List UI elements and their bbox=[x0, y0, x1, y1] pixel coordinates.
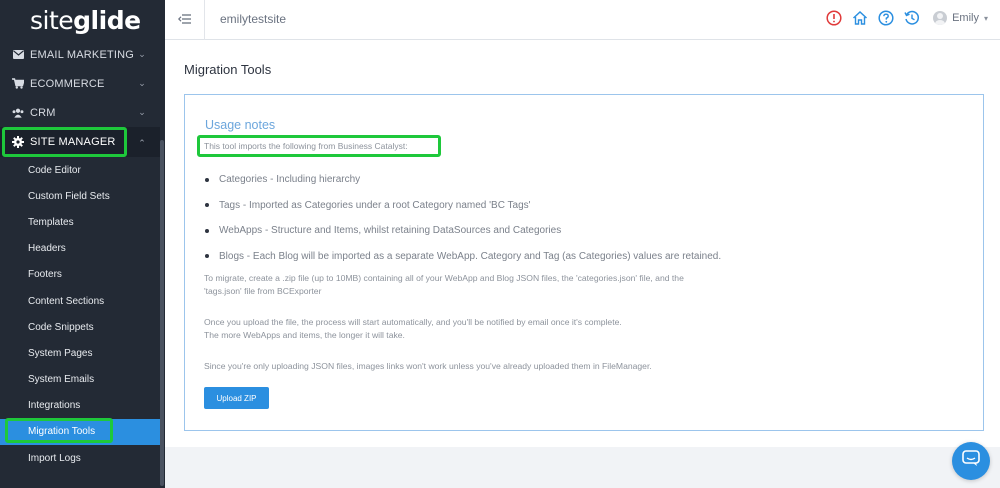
main-content: Migration Tools Usage notes This tool im… bbox=[165, 40, 1000, 488]
sidebar-item-label: EMAIL MARKETING bbox=[30, 48, 135, 61]
sidebar-item-footers[interactable]: Footers bbox=[0, 262, 160, 288]
chat-launcher-button[interactable] bbox=[952, 442, 990, 480]
history-icon[interactable] bbox=[903, 9, 921, 27]
page-title: Migration Tools bbox=[184, 62, 272, 77]
sidebar-item-crm[interactable]: CRM ⌄ bbox=[0, 98, 160, 127]
sidebar-item-code-editor[interactable]: Code Editor bbox=[0, 157, 160, 183]
process-line-1: Once you upload the file, the process wi… bbox=[204, 317, 622, 327]
sidebar-item-ecommerce[interactable]: ECOMMERCE ⌄ bbox=[0, 69, 160, 98]
list-item: WebApps - Structure and Items, whilst re… bbox=[205, 218, 721, 244]
envelope-icon bbox=[12, 49, 24, 61]
top-icons: Emily ▾ bbox=[825, 9, 988, 27]
logo-light: site bbox=[30, 5, 74, 35]
chat-icon bbox=[962, 450, 980, 472]
sidebar-item-email-marketing[interactable]: EMAIL MARKETING ⌄ bbox=[0, 40, 160, 69]
top-bar: emilytestsite Emily ▾ bbox=[165, 0, 1000, 40]
upload-zip-button[interactable]: Upload ZIP bbox=[204, 387, 269, 409]
sidebar-item-label: CRM bbox=[30, 106, 56, 119]
bullet-icon bbox=[205, 203, 209, 208]
chevron-down-icon: ▾ bbox=[983, 13, 988, 23]
chevron-down-icon: ⌄ bbox=[138, 78, 146, 88]
sidebar-item-templates[interactable]: Templates bbox=[0, 209, 160, 235]
menu-collapse-icon bbox=[177, 11, 191, 29]
sidebar: siteglide EMAIL MARKETING ⌄ ECOMMERCE ⌄ … bbox=[0, 0, 165, 488]
alert-icon[interactable] bbox=[825, 9, 843, 27]
usage-card: Usage notes This tool imports the follow… bbox=[184, 94, 984, 431]
content-panel: Migration Tools Usage notes This tool im… bbox=[165, 40, 1000, 447]
avatar bbox=[933, 11, 948, 25]
users-icon bbox=[12, 107, 24, 119]
logo[interactable]: siteglide bbox=[0, 0, 165, 40]
help-icon[interactable] bbox=[877, 9, 895, 27]
sidebar-item-integrations[interactable]: Integrations bbox=[0, 393, 160, 419]
sidebar-item-system-pages[interactable]: System Pages bbox=[0, 340, 160, 366]
migration-tools-highlight bbox=[5, 418, 113, 443]
chevron-down-icon: ⌄ bbox=[138, 49, 146, 59]
bullet-icon bbox=[205, 228, 209, 233]
list-item: Blogs - Each Blog will be imported as a … bbox=[205, 244, 721, 270]
process-paragraph: Once you upload the file, the process wi… bbox=[204, 316, 622, 342]
bullet-icon bbox=[205, 254, 209, 259]
sidebar-item-custom-field-sets[interactable]: Custom Field Sets bbox=[0, 183, 160, 209]
sidebar-item-headers[interactable]: Headers bbox=[0, 236, 160, 262]
cart-icon bbox=[12, 78, 24, 90]
site-manager-highlight bbox=[2, 127, 127, 157]
list-item-text: Blogs - Each Blog will be imported as a … bbox=[219, 250, 722, 262]
list-item-text: WebApps - Structure and Items, whilst re… bbox=[219, 225, 562, 237]
sidebar-item-label: ECOMMERCE bbox=[30, 77, 105, 90]
chevron-down-icon: ⌄ bbox=[138, 107, 146, 117]
logo-bold: glide bbox=[73, 5, 141, 35]
menu-toggle-button[interactable] bbox=[165, 0, 205, 40]
instructions-line-1: To migrate, create a .zip file (up to 10… bbox=[204, 273, 684, 283]
instructions-line-2: 'tags.json' file from BCExporter bbox=[204, 286, 322, 296]
user-name: Emily bbox=[952, 12, 979, 24]
images-note: Since you're only uploading JSON files, … bbox=[204, 361, 652, 371]
instructions-paragraph: To migrate, create a .zip file (up to 10… bbox=[204, 272, 684, 298]
sidebar-item-content-sections[interactable]: Content Sections bbox=[0, 288, 160, 314]
list-item: Tags - Imported as Categories under a ro… bbox=[205, 193, 721, 219]
list-item-text: Categories - Including hierarchy bbox=[219, 174, 361, 186]
list-item: Categories - Including hierarchy bbox=[205, 167, 721, 193]
sidebar-item-code-snippets[interactable]: Code Snippets bbox=[0, 314, 160, 340]
bullet-icon bbox=[205, 177, 209, 182]
chevron-up-icon: ⌃ bbox=[138, 138, 146, 148]
sidebar-scrollbar[interactable] bbox=[160, 140, 164, 486]
home-icon[interactable] bbox=[851, 9, 869, 27]
site-name: emilytestsite bbox=[220, 12, 287, 26]
user-menu[interactable]: Emily ▾ bbox=[933, 11, 988, 25]
intro-text: This tool imports the following from Bus… bbox=[204, 141, 408, 151]
sidebar-item-system-emails[interactable]: System Emails bbox=[0, 367, 160, 393]
process-line-2: The more WebApps and items, the longer i… bbox=[204, 330, 405, 340]
list-item-text: Tags - Imported as Categories under a ro… bbox=[219, 199, 531, 211]
usage-notes-title: Usage notes bbox=[205, 118, 276, 132]
sidebar-item-import-logs[interactable]: Import Logs bbox=[0, 445, 160, 471]
import-list: Categories - Including hierarchy Tags - … bbox=[205, 167, 721, 269]
